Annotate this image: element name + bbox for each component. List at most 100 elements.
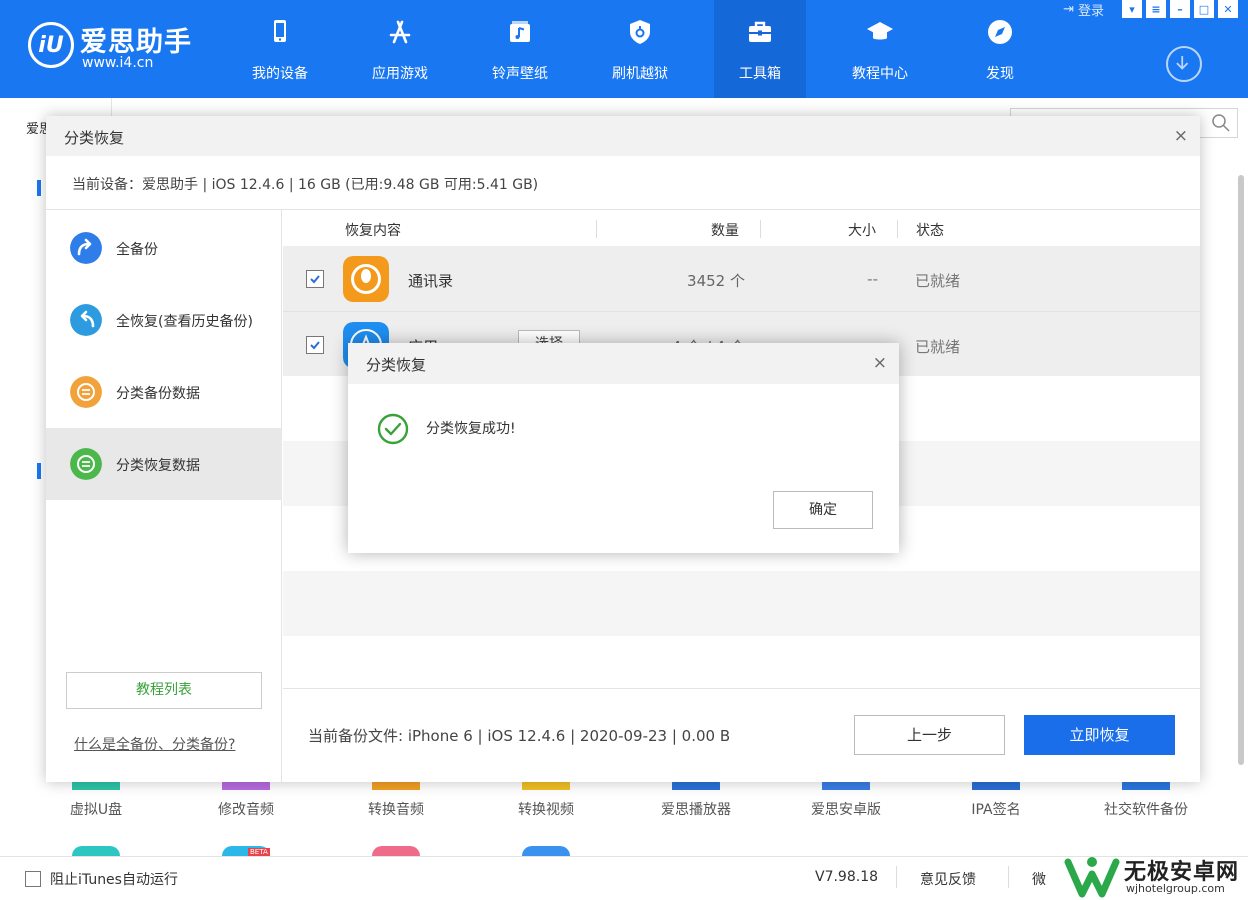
skin-icon[interactable]: ▾ <box>1122 0 1142 18</box>
device-info-text: 当前设备：爱思助手 | iOS 12.4.6 | 16 GB (已用:9.48 … <box>72 177 539 193</box>
restore-now-button[interactable]: 立即恢复 <box>1024 715 1175 755</box>
block-itunes-checkbox[interactable] <box>25 871 41 887</box>
restore-success-modal: 分类恢复 × 分类恢复成功! 确定 <box>348 343 899 553</box>
nav-toolbox[interactable]: 工具箱 <box>714 0 806 98</box>
row-checkbox[interactable] <box>306 336 324 354</box>
feedback-link[interactable]: 意见反馈 <box>920 869 976 889</box>
minimize-icon[interactable]: – <box>1170 0 1190 18</box>
scrollbar[interactable] <box>1238 175 1244 765</box>
login-link[interactable]: ⇥ 登录 <box>1063 0 1104 19</box>
column-divider <box>596 220 597 238</box>
tool-label: 转换音频 <box>368 802 424 818</box>
success-check-icon <box>377 413 409 445</box>
tool-label: 爱思安卓版 <box>811 802 881 818</box>
tool-label: 虚拟U盘 <box>69 802 123 818</box>
block-itunes-label: 阻止iTunes自动运行 <box>50 872 178 888</box>
close-icon[interactable]: ✕ <box>1218 0 1238 18</box>
window-controls: ⇥ 登录 ▾ ≡ – □ ✕ <box>1063 0 1238 19</box>
nav-label: 我的设备 <box>252 66 308 82</box>
row-status: 已就绪 <box>915 272 961 290</box>
download-icon[interactable] <box>1166 46 1202 82</box>
watermark: 无极安卓网 wjhotelgroup.com <box>1062 852 1248 900</box>
contacts-icon <box>343 256 389 302</box>
watermark-logo-icon <box>1064 857 1120 898</box>
shield-icon <box>630 20 650 44</box>
tool-label: 修改音频 <box>218 802 274 818</box>
column-header-status: 状态 <box>916 223 944 239</box>
tool-icon[interactable] <box>72 846 120 856</box>
graduation-cap-icon <box>867 22 893 40</box>
sidebar-item-label: 分类备份数据 <box>116 386 200 402</box>
tool-label: 爱思播放器 <box>661 802 731 818</box>
nav-ringtones[interactable]: 铃声壁纸 <box>474 0 566 98</box>
divider <box>1008 866 1009 888</box>
column-divider <box>897 220 898 238</box>
checkmark-icon <box>310 275 320 284</box>
wechat-link[interactable]: 微 <box>1032 869 1046 889</box>
tool-label: 转换视频 <box>518 802 574 818</box>
section-marker <box>37 180 41 196</box>
login-icon: ⇥ <box>1063 1 1074 17</box>
nav-discover[interactable]: 发现 <box>954 0 1046 98</box>
menu-icon[interactable]: ≡ <box>1146 0 1166 18</box>
sidebar-item-full-backup[interactable]: 全备份 <box>46 212 282 284</box>
category-backup-icon <box>70 376 102 408</box>
tool-icon[interactable] <box>522 846 570 856</box>
ok-button[interactable]: 确定 <box>773 491 873 529</box>
restore-arrow-icon <box>70 304 102 336</box>
previous-step-button[interactable]: 上一步 <box>854 715 1005 755</box>
column-header-content: 恢复内容 <box>345 223 401 239</box>
tool-icon[interactable] <box>372 846 420 856</box>
nav-flash-jailbreak[interactable]: 刷机越狱 <box>594 0 686 98</box>
search-icon[interactable] <box>1211 113 1231 133</box>
brand-name: 爱思助手 <box>80 27 192 58</box>
what-is-backup-link[interactable]: 什么是全备份、分类备份? <box>74 734 235 754</box>
column-divider <box>760 220 761 238</box>
device-info-bar: 当前设备：爱思助手 | iOS 12.4.6 | 16 GB (已用:9.48 … <box>46 156 1200 210</box>
phone-icon <box>274 20 286 42</box>
table-row[interactable]: 通讯录 3452 个 -- 已就绪 <box>283 246 1200 311</box>
login-label: 登录 <box>1077 3 1104 19</box>
close-icon[interactable]: × <box>1174 126 1188 146</box>
current-backup-file: 当前备份文件: iPhone 6 | iOS 12.4.6 | 2020-09-… <box>308 727 731 745</box>
top-navigation-bar: iU 爱思助手 www.i4.cn 我的设备 应用游戏 铃声壁纸 刷机越狱 工具… <box>0 0 1248 98</box>
sidebar-item-category-restore[interactable]: 分类恢复数据 <box>46 428 282 500</box>
sidebar-item-label: 分类恢复数据 <box>116 458 200 474</box>
appstore-icon <box>389 20 411 44</box>
modal-titlebar: 分类恢复 × <box>348 343 899 384</box>
dialog-title: 分类恢复 <box>64 129 125 147</box>
tool-label: 社交软件备份 <box>1104 802 1188 818</box>
beta-badge: BETA <box>248 848 270 856</box>
nav-label: 应用游戏 <box>372 66 428 82</box>
nav-tutorial-center[interactable]: 教程中心 <box>834 0 926 98</box>
tutorial-list-button[interactable]: 教程列表 <box>66 672 262 709</box>
column-header-count: 数量 <box>711 223 739 239</box>
compass-icon <box>988 20 1012 44</box>
table-header: 恢复内容 数量 大小 状态 <box>283 210 1200 246</box>
close-icon[interactable]: × <box>873 353 887 373</box>
nav-label: 发现 <box>986 66 1014 82</box>
dialog-titlebar: 分类恢复 × <box>46 116 1200 156</box>
modal-title: 分类恢复 <box>366 356 427 374</box>
nav-apps-games[interactable]: 应用游戏 <box>354 0 446 98</box>
brand-logo: iU <box>28 22 74 68</box>
row-checkbox[interactable] <box>306 270 324 288</box>
sidebar-item-label: 全恢复(查看历史备份) <box>116 314 253 330</box>
maximize-icon[interactable]: □ <box>1194 0 1214 18</box>
nav-label: 铃声壁纸 <box>492 66 548 82</box>
nav-my-device[interactable]: 我的设备 <box>234 0 326 98</box>
section-marker <box>37 463 41 479</box>
tool-label: IPA签名 <box>971 802 1021 818</box>
sidebar-item-category-backup[interactable]: 分类备份数据 <box>46 356 282 428</box>
row-name: 通讯录 <box>408 272 454 290</box>
dialog-sidebar: 全备份 全恢复(查看历史备份) 分类备份数据 分类恢复数据 教程列表 什么是全备… <box>46 210 282 782</box>
nav-label: 工具箱 <box>739 66 781 82</box>
sidebar-item-full-restore[interactable]: 全恢复(查看历史备份) <box>46 284 282 356</box>
sidebar-item-label: 全备份 <box>116 242 158 258</box>
toolbox-icon <box>749 21 771 42</box>
checkmark-icon <box>310 341 320 350</box>
brand-url: www.i4.cn <box>82 55 154 71</box>
status-bar <box>0 856 1248 900</box>
nav-label: 教程中心 <box>852 66 908 82</box>
nav-label: 刷机越狱 <box>612 66 668 82</box>
